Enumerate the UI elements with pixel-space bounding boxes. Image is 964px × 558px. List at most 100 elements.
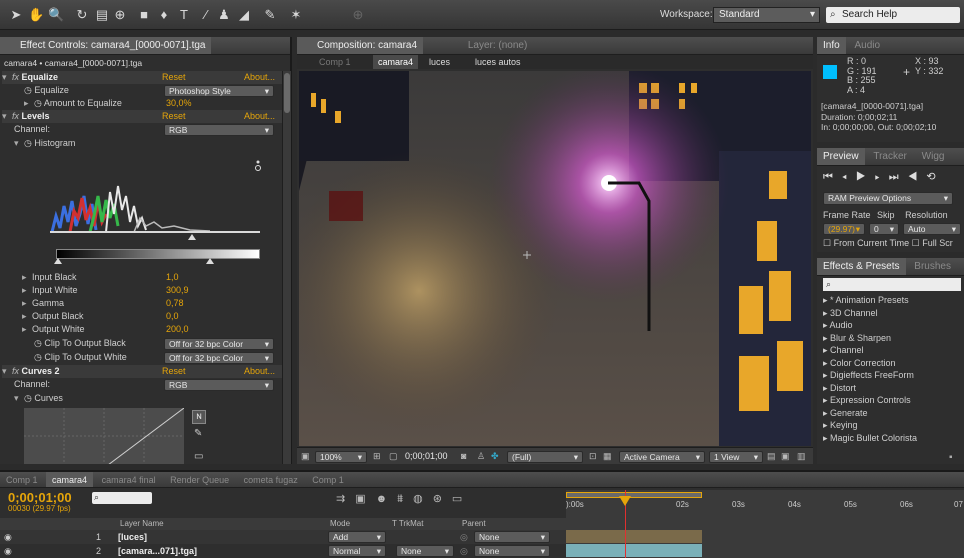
workspace-select[interactable]: Standard ▾ [713, 7, 820, 23]
last-frame-icon[interactable]: ⏭ [889, 171, 908, 183]
tab-preview[interactable]: Preview [817, 148, 865, 165]
levels-channel-dropdown[interactable]: RGB [164, 124, 274, 136]
zoom-tool-icon[interactable]: 🔍 [48, 7, 64, 23]
camera-tool-icon[interactable]: ▤ [94, 7, 110, 23]
tab-render-queue[interactable]: Render Queue [164, 472, 235, 487]
effect-levels-row[interactable]: ▾ fx Levels Reset About... [2, 110, 282, 123]
snapshot-icon[interactable]: ◙ [461, 448, 466, 465]
tab-effects-presets[interactable]: Effects & Presets [817, 258, 906, 275]
stopwatch-icon[interactable]: ◷ [24, 138, 32, 148]
fx-icon[interactable]: fx [12, 366, 19, 376]
resolution-preview-dropdown[interactable]: Auto [903, 223, 961, 235]
list-item[interactable]: ▸ Color Correction [819, 357, 963, 370]
tab-composition[interactable]: Composition: camara4 [297, 37, 424, 54]
roto-brush-tool-icon[interactable]: ✎ [262, 7, 278, 23]
collapse-triangle-icon[interactable]: ▾ [14, 137, 24, 150]
tab-brushes[interactable]: Brushes [908, 258, 957, 275]
puppet-tool-icon[interactable]: ✶ [288, 7, 304, 23]
transparency-grid-icon[interactable]: ▦ [603, 448, 612, 465]
fx-icon[interactable]: fx [12, 72, 19, 82]
crumb-camara4[interactable]: camara4 [373, 55, 419, 69]
param-value[interactable]: 200,0 [166, 323, 189, 336]
reset-link[interactable]: Reset [162, 365, 186, 378]
tab-effect-controls[interactable]: Effect Controls: camara4_[0000-0071].tga [0, 37, 212, 54]
open-folder-icon[interactable]: ▭ [194, 451, 203, 462]
scrollbar-thumb[interactable] [284, 73, 290, 113]
expand-triangle-icon[interactable]: ▸ [22, 271, 32, 284]
parent-dropdown[interactable]: None [474, 531, 550, 543]
mask-tool-icon[interactable]: ■ [136, 7, 152, 23]
list-item[interactable]: ▸ Blur & Sharpen [819, 332, 963, 345]
tab-camara4[interactable]: camara4 [46, 472, 94, 487]
list-item[interactable]: ▸ 3D Channel [819, 307, 963, 320]
param-value[interactable]: 300,9 [166, 284, 189, 297]
expand-triangle-icon[interactable]: ▸ [22, 310, 32, 323]
hand-tool-icon[interactable]: ✋ [28, 7, 44, 23]
next-frame-icon[interactable]: ▸ [875, 171, 889, 183]
list-item[interactable]: ▸ Audio [819, 319, 963, 332]
levels-histogram[interactable] [50, 156, 270, 244]
param-value[interactable]: 0,78 [166, 297, 184, 310]
expand-triangle-icon[interactable]: ▸ [22, 284, 32, 297]
equalize-dropdown[interactable]: Photoshop Style [164, 85, 274, 97]
list-item[interactable]: ▸ Digieffects FreeForm [819, 369, 963, 382]
collapse-triangle-icon[interactable]: ▾ [2, 365, 12, 378]
timeline-icon[interactable]: ▥ [797, 448, 806, 465]
fx-icon[interactable]: fx [12, 111, 19, 121]
layer-name[interactable]: [luces] [118, 530, 147, 544]
tab-audio[interactable]: Audio [848, 37, 886, 54]
list-item[interactable]: ▸ Keying [819, 419, 963, 432]
channel-icon[interactable]: ✤ [491, 448, 499, 465]
ram-preview-options-dropdown[interactable]: RAM Preview Options [823, 192, 953, 205]
clip-white-dropdown[interactable]: Off for 32 bpc Color [164, 352, 274, 364]
tab-comp1[interactable]: Comp 1 [0, 472, 44, 487]
output-white-handle[interactable] [206, 258, 214, 264]
skip-dropdown[interactable]: 0 [869, 223, 899, 235]
amount-value[interactable]: 30,0% [166, 97, 192, 110]
pan-behind-tool-icon[interactable]: ⊕ [112, 7, 128, 23]
stopwatch-icon[interactable]: ◷ [34, 98, 42, 108]
pencil-icon[interactable]: ✎ [194, 428, 202, 439]
table-row[interactable]: ◉ 1 [luces] Add ◎ None [0, 530, 566, 544]
prev-frame-icon[interactable]: ◂ [842, 171, 856, 183]
always-preview-icon[interactable]: ▣ [301, 448, 310, 465]
output-sliders[interactable] [50, 257, 270, 265]
type-tool-icon[interactable]: T [176, 7, 192, 23]
time-graph[interactable]: ):00s 02s 03s 04s 05s 06s 07 [566, 490, 964, 558]
stopwatch-icon[interactable]: ◷ [24, 85, 32, 95]
play-icon[interactable]: ▶ [856, 171, 875, 183]
mask-visibility-icon[interactable]: ▢ [389, 448, 398, 465]
list-item[interactable]: ▸ Distort [819, 382, 963, 395]
list-item[interactable]: ▸ * Animation Presets [819, 294, 963, 307]
trkmat-dropdown[interactable]: None [396, 545, 454, 557]
layer-bar-luces[interactable] [566, 530, 702, 543]
crumb-comp1[interactable]: Comp 1 [319, 55, 351, 69]
expand-triangle-icon[interactable]: ▸ [24, 97, 34, 110]
reset-link[interactable]: Reset [162, 110, 186, 123]
crumb-luces-autos[interactable]: luces autos [475, 55, 521, 69]
tab-cometa-fugaz[interactable]: cometa fugaz [238, 472, 304, 487]
region-of-interest-icon[interactable]: ⊡ [589, 448, 597, 465]
stopwatch-icon[interactable]: ◷ [34, 338, 42, 348]
tab-camara4-final[interactable]: camara4 final [96, 472, 162, 487]
bezier-curve-icon[interactable]: ɴ [192, 410, 206, 424]
camera-dropdown[interactable]: Active Camera [619, 451, 705, 463]
layer-bar-camara[interactable] [566, 544, 702, 557]
stopwatch-icon[interactable]: ◷ [24, 393, 32, 403]
pickwhip-icon[interactable]: ◎ [460, 530, 468, 544]
reset-link[interactable]: Reset [162, 71, 186, 84]
effects-search-input[interactable]: ⌕ [823, 278, 961, 291]
resolution-dropdown[interactable]: (Full) [507, 451, 583, 463]
collapse-triangle-icon[interactable]: ▾ [2, 110, 12, 123]
fast-previews-icon[interactable]: ▣ [781, 448, 790, 465]
blend-mode-dropdown[interactable]: Add [328, 531, 386, 543]
comp-mini-flowchart-icon[interactable]: ⇉ [336, 493, 355, 505]
new-folder-icon[interactable]: ▪ [949, 452, 953, 463]
blend-mode-dropdown[interactable]: Normal [328, 545, 386, 557]
composition-viewer[interactable] [299, 71, 811, 446]
tab-layer[interactable]: Layer: (none) [462, 37, 533, 54]
effect-equalize-row[interactable]: ▾ fx Equalize Reset About... [2, 71, 282, 84]
output-black-handle[interactable] [54, 258, 62, 264]
brainstorm-icon[interactable]: ⊛ [433, 493, 452, 505]
crumb-luces[interactable]: luces [429, 55, 450, 69]
